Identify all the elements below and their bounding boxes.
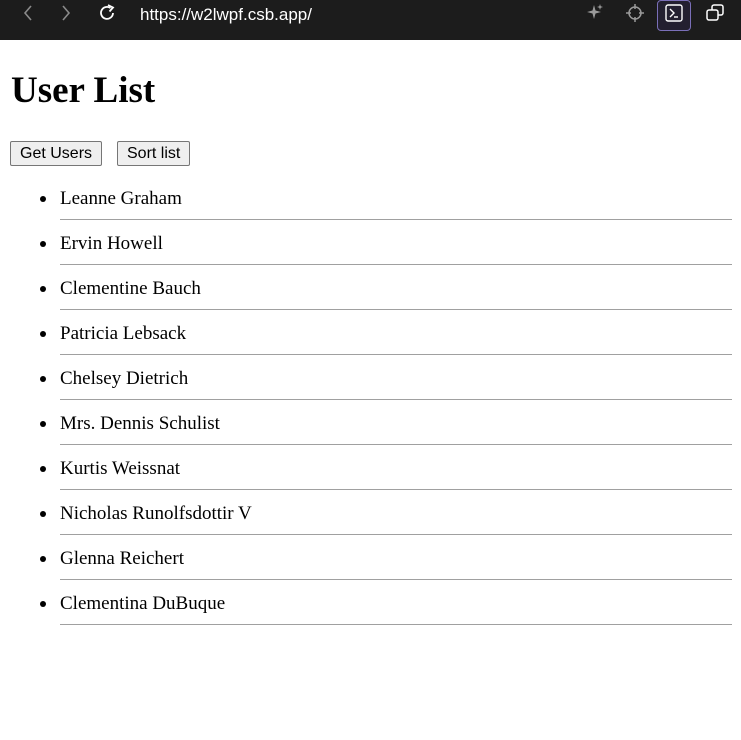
user-name: Ervin Howell	[60, 233, 163, 254]
bullet	[40, 421, 46, 427]
divider	[60, 399, 732, 400]
user-name: Clementine Bauch	[60, 278, 201, 299]
terminal-button[interactable]	[657, 0, 691, 31]
user-name: Glenna Reichert	[60, 548, 184, 569]
list-item: Leanne Graham	[0, 181, 741, 226]
bullet	[40, 511, 46, 517]
reload-icon	[97, 3, 117, 28]
reload-button[interactable]	[91, 3, 123, 28]
sparkle-icon	[585, 3, 605, 28]
list-item: Nicholas Runolfsdottir V	[0, 496, 741, 541]
list-item: Clementine Bauch	[0, 271, 741, 316]
bullet	[40, 241, 46, 247]
user-name: Nicholas Runolfsdottir V	[60, 503, 252, 524]
divider	[60, 534, 732, 535]
bullet	[40, 466, 46, 472]
list-item: Chelsey Dietrich	[0, 361, 741, 406]
open-window-button[interactable]	[698, 0, 732, 31]
user-name: Clementina DuBuque	[60, 593, 226, 614]
user-name: Mrs. Dennis Schulist	[60, 413, 220, 434]
user-name: Patricia Lebsack	[60, 323, 187, 344]
user-name: Chelsey Dietrich	[60, 368, 189, 389]
divider	[60, 489, 732, 490]
open-external-icon	[705, 3, 725, 28]
bullet	[40, 601, 46, 607]
forward-icon	[60, 4, 72, 26]
divider	[60, 444, 732, 445]
back-button[interactable]	[12, 4, 44, 26]
divider	[60, 219, 732, 220]
list-item: Clementina DuBuque	[0, 586, 741, 631]
get-users-button[interactable]: Get Users	[10, 141, 103, 166]
terminal-icon	[665, 4, 683, 27]
bullet	[40, 376, 46, 382]
list-item: Glenna Reichert	[0, 541, 741, 586]
bullet	[40, 286, 46, 292]
list-item: Kurtis Weissnat	[0, 451, 741, 496]
browser-toolbar: https://w2lwpf.csb.app/	[0, 0, 741, 40]
list-item: Mrs. Dennis Schulist	[0, 406, 741, 451]
user-list: Leanne Graham Ervin Howell Clementine Ba…	[0, 181, 741, 631]
list-item: Patricia Lebsack	[0, 316, 741, 361]
divider	[60, 579, 732, 580]
crosshair-icon	[625, 3, 645, 28]
page-content: User List Get Users Sort list Leanne Gra…	[0, 40, 741, 740]
ai-assist-button[interactable]	[578, 0, 612, 31]
user-name: Kurtis Weissnat	[60, 458, 181, 479]
bullet	[40, 196, 46, 202]
user-name: Leanne Graham	[60, 188, 182, 209]
bullet	[40, 331, 46, 337]
back-icon	[22, 4, 34, 26]
address-bar[interactable]: https://w2lwpf.csb.app/	[140, 5, 312, 25]
inspect-button[interactable]	[618, 0, 652, 31]
forward-button[interactable]	[50, 4, 82, 26]
divider	[60, 354, 732, 355]
divider	[60, 264, 732, 265]
divider	[60, 309, 732, 310]
bullet	[40, 556, 46, 562]
sort-list-button[interactable]: Sort list	[117, 141, 191, 166]
page-title: User List	[11, 70, 156, 111]
divider	[60, 624, 732, 625]
list-item: Ervin Howell	[0, 226, 741, 271]
